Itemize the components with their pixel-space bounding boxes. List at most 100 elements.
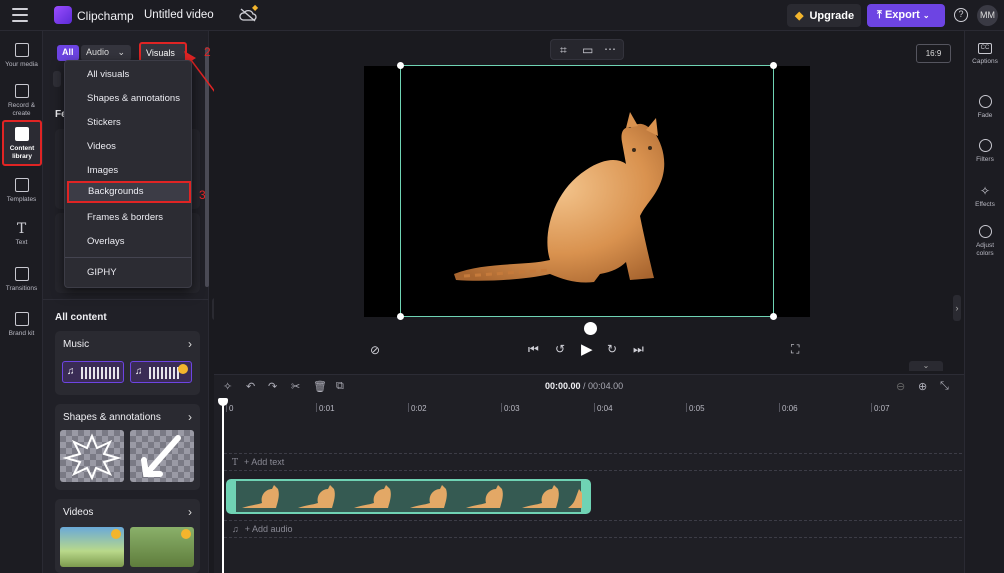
tick-label: 0:03: [504, 404, 520, 413]
resize-handle[interactable]: [770, 313, 777, 320]
nav-templates[interactable]: Templates: [0, 178, 43, 204]
video-title-input[interactable]: Untitled video: [138, 5, 234, 26]
duplicate-icon[interactable]: ⧉: [336, 380, 344, 393]
dropdown-item-backgrounds[interactable]: Backgrounds: [67, 181, 191, 203]
menu-icon[interactable]: [12, 8, 28, 22]
clipchamp-logo: [54, 6, 72, 24]
premium-badge-icon: [111, 529, 121, 539]
time-readout: 00:00.00 / 00:04.00: [545, 381, 623, 391]
aspect-ratio-button[interactable]: 16:9: [916, 44, 951, 63]
tick-label: 0:04: [597, 404, 613, 413]
redo-icon[interactable]: ↷: [268, 380, 277, 393]
magic-icon[interactable]: ✧: [223, 380, 232, 393]
card-title: Music: [63, 339, 90, 350]
current-time: 00:00.00: [545, 381, 581, 391]
chevron-right-icon: ›: [188, 410, 192, 424]
dropdown-item[interactable]: Videos: [65, 136, 191, 158]
fullscreen-icon[interactable]: ⛶: [791, 342, 799, 357]
zoom-out-icon[interactable]: ⊖: [896, 380, 905, 393]
fit-icon[interactable]: ▭: [582, 43, 593, 57]
dropdown-divider: [65, 257, 191, 258]
dropdown-item[interactable]: Frames & borders: [65, 207, 191, 229]
collapse-right-panel-handle[interactable]: ›: [953, 295, 961, 321]
right-item-captions[interactable]: CC Captions: [965, 43, 1004, 66]
dropdown-item[interactable]: Shapes & annotations: [65, 88, 191, 110]
playhead[interactable]: [222, 398, 224, 573]
export-button[interactable]: ⤒ Export ⌄: [867, 4, 945, 27]
nav-content-library[interactable]: Content library: [2, 120, 42, 166]
add-text-track[interactable]: T + Add text: [232, 457, 284, 468]
zoom-in-icon[interactable]: ⊕: [918, 380, 927, 393]
right-item-fade[interactable]: Fade: [965, 95, 1004, 120]
left-nav: Your media Record & create Content libra…: [0, 31, 43, 573]
add-audio-label: + Add audio: [244, 524, 293, 534]
filter-all-chip[interactable]: All: [57, 45, 79, 61]
shape-thumbnail[interactable]: [130, 430, 194, 482]
visuals-label: Visuals: [146, 48, 175, 58]
upgrade-button[interactable]: ◆ Upgrade: [787, 4, 861, 27]
more-icon[interactable]: ⋯: [604, 42, 616, 56]
nav-label: Transitions: [5, 285, 38, 292]
skip-back-icon[interactable]: ⏮: [528, 342, 539, 357]
rotate-handle[interactable]: [584, 322, 597, 335]
nav-text[interactable]: T Text: [0, 222, 43, 247]
dropdown-item[interactable]: Overlays: [65, 231, 191, 253]
card-title: Shapes & annotations: [63, 412, 161, 423]
add-audio-track[interactable]: ♫ + Add audio: [232, 524, 293, 534]
music-card[interactable]: Music › ♫ ♫: [55, 331, 200, 395]
app-name: Clipchamp: [77, 9, 134, 23]
nav-record-create[interactable]: Record & create: [0, 84, 43, 117]
avatar[interactable]: MM: [977, 5, 998, 26]
search-input[interactable]: [53, 71, 61, 87]
nav-label: Templates: [6, 196, 37, 203]
shapes-card[interactable]: Shapes & annotations ›: [55, 404, 200, 490]
total-time: / 00:04.00: [583, 381, 624, 391]
forward-5s-icon[interactable]: ↻: [607, 342, 617, 356]
nav-brand-kit[interactable]: Brand kit: [0, 312, 43, 338]
music-note-icon: ♫: [232, 524, 239, 534]
all-content-title: All content: [55, 312, 107, 323]
resize-handle[interactable]: [770, 62, 777, 69]
skip-forward-icon[interactable]: ⏭: [633, 342, 644, 357]
right-item-filters[interactable]: Filters: [965, 139, 1004, 164]
right-item-adjust-colors[interactable]: Adjust colors: [965, 225, 1004, 257]
video-clip[interactable]: [226, 479, 591, 514]
play-icon[interactable]: ▶: [581, 340, 593, 358]
track-divider: [224, 453, 962, 454]
waveform: [149, 367, 179, 379]
video-thumbnail[interactable]: [60, 527, 124, 567]
music-thumbnail[interactable]: ♫: [130, 361, 192, 383]
video-thumbnail[interactable]: [130, 527, 194, 567]
nav-label: Your media: [5, 61, 38, 68]
nav-your-media[interactable]: Your media: [0, 43, 43, 69]
videos-card[interactable]: Videos ›: [55, 499, 200, 573]
resize-handle[interactable]: [397, 313, 404, 320]
dropdown-item[interactable]: All visuals: [65, 64, 191, 86]
dropdown-item[interactable]: Stickers: [65, 112, 191, 134]
music-note-icon: ♫: [135, 366, 143, 377]
help-icon[interactable]: ?: [954, 8, 968, 22]
dropdown-item[interactable]: Images: [65, 160, 191, 182]
collapse-timeline-handle[interactable]: ⌄: [909, 361, 943, 371]
split-icon[interactable]: ✂: [291, 380, 300, 393]
selection-frame[interactable]: [397, 62, 777, 320]
right-item-effects[interactable]: ✧ Effects: [965, 184, 1004, 209]
rewind-5s-icon[interactable]: ↺: [555, 342, 565, 356]
right-label: Adjust colors: [975, 242, 995, 257]
clip-trim-handle-left[interactable]: [228, 481, 236, 512]
right-label: Captions: [972, 58, 998, 65]
dropdown-item[interactable]: GIPHY: [65, 262, 191, 284]
resize-handle[interactable]: [397, 62, 404, 69]
shape-thumbnail[interactable]: [60, 430, 124, 482]
nav-transitions[interactable]: Transitions: [0, 267, 43, 293]
chevron-down-icon: ⌄: [117, 47, 126, 57]
effects-icon: ✧: [979, 184, 991, 198]
fit-timeline-icon[interactable]: ⤡: [940, 380, 949, 393]
undo-icon[interactable]: ↶: [246, 380, 255, 393]
filters-icon: [978, 139, 992, 152]
hide-preview-icon[interactable]: ⊘: [370, 343, 380, 357]
music-thumbnail[interactable]: ♫: [62, 361, 124, 383]
crop-icon[interactable]: ⌗: [560, 43, 567, 58]
delete-icon[interactable]: 🗑: [313, 380, 327, 393]
filter-audio-chip[interactable]: Audio ⌄: [81, 45, 131, 61]
